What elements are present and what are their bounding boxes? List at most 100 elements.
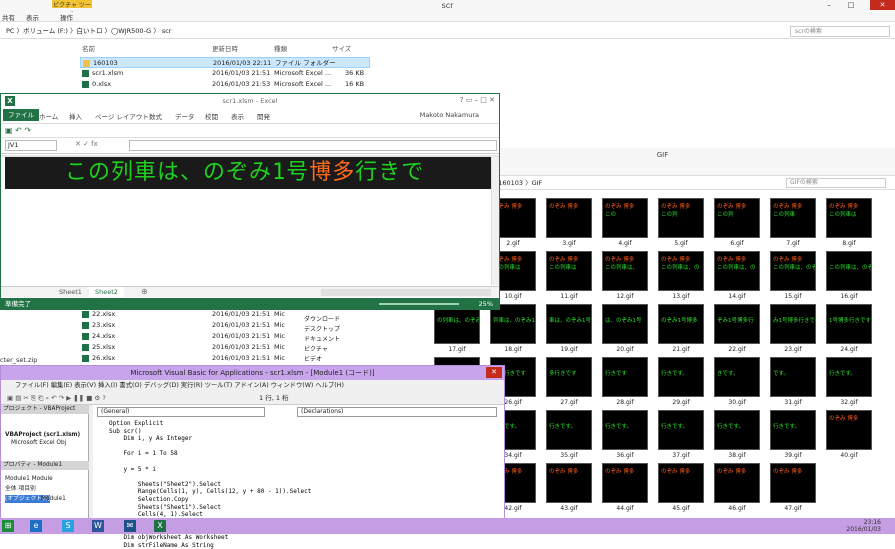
tab-formulas[interactable]: 数式 (149, 111, 162, 121)
tab-view[interactable]: 表示 (231, 111, 244, 121)
gif-thumbnail[interactable]: 行きです (602, 357, 648, 397)
fx-icon[interactable]: ✕ ✓ fx (75, 140, 98, 148)
gif-thumbnail[interactable]: のぞみ 博多 この列車 (770, 198, 816, 238)
clock[interactable]: 23:16 2016/01/03 (846, 519, 881, 533)
gif-thumbnail[interactable]: のぞみ 博多 (770, 463, 816, 503)
gif-thumbnail-label[interactable]: 44.gif (602, 505, 648, 512)
gif-thumbnail[interactable]: み1号博多行きで (770, 304, 816, 344)
ie-icon[interactable]: e (30, 520, 42, 532)
gif-thumbnail[interactable]: は、のぞみ1号 (602, 304, 648, 344)
gif-thumbnail-label[interactable]: 36.gif (602, 452, 648, 459)
gif-thumbnail[interactable]: の列車は、のぞみ (434, 304, 480, 344)
gif-thumbnail[interactable]: 行きです。 (658, 357, 704, 397)
gif-thumbnail[interactable]: のぞみ 博多 この列車は、の (658, 251, 704, 291)
project-sub-item[interactable]: Microsoft Excel Obj (11, 439, 66, 447)
gif-thumbnail[interactable]: のぞみ 博多 この列 (658, 198, 704, 238)
user-name[interactable]: Makoto Nakamura (420, 111, 479, 119)
skype-icon[interactable]: S (62, 520, 74, 532)
col-type[interactable]: 種類 (274, 43, 287, 53)
gif-search-input[interactable]: GIFの検索 (786, 178, 886, 188)
sheet-grid[interactable] (5, 189, 493, 284)
gif-thumbnail[interactable]: のぞみ 博多この列車は (546, 251, 592, 291)
code-window[interactable]: (General) (Declarations) Option Explicit… (93, 405, 504, 549)
gif-thumbnail-label[interactable]: 11.gif (546, 293, 592, 300)
zip-file-label[interactable]: cter_set.zip (0, 356, 37, 364)
add-sheet-icon[interactable]: ⊕ (141, 287, 148, 296)
gif-thumbnail-label[interactable]: 28.gif (602, 399, 648, 406)
gif-thumbnail[interactable]: 行きです。 (770, 410, 816, 450)
gif-thumbnail[interactable]: のぞみ 博多 この列車は、 (602, 251, 648, 291)
horizontal-scrollbar[interactable] (321, 289, 491, 296)
gif-thumbnail[interactable]: 多行きです (546, 357, 592, 397)
tab-developer[interactable]: 開発 (257, 111, 270, 121)
gif-thumbnail-label[interactable]: 38.gif (714, 452, 760, 459)
search-input[interactable]: scrの検索 (790, 26, 890, 37)
zoom-slider[interactable] (379, 303, 459, 305)
tab-file[interactable]: ファイル (3, 109, 39, 121)
gif-thumbnail-label[interactable]: 7.gif (770, 240, 816, 247)
maximize-button[interactable]: □ (842, 0, 860, 10)
tab-share[interactable]: 共有 (2, 12, 15, 22)
vba-close-button[interactable]: ✕ (486, 367, 502, 378)
properties-module[interactable]: Module1 Module (5, 475, 53, 483)
tab-insert[interactable]: 挿入 (69, 111, 82, 121)
gif-thumbnail[interactable]: ぞみ1号博多行 (714, 304, 760, 344)
zoom-level[interactable]: 25% (479, 298, 493, 310)
picture-tools-tab[interactable]: ピクチャ ツール (52, 0, 92, 18)
col-date[interactable]: 更新日時 (212, 43, 238, 53)
excel-taskbar-icon[interactable]: X (154, 520, 166, 532)
nav-item-documents[interactable]: ドキュメント (304, 334, 340, 343)
start-icon[interactable]: ⊞ (2, 520, 14, 532)
col-size[interactable]: サイズ (332, 43, 351, 53)
gif-thumbnail-label[interactable]: 5.gif (658, 240, 704, 247)
gif-thumbnail-label[interactable]: 15.gif (770, 293, 816, 300)
properties-tabs[interactable]: 全体 項目別 (5, 485, 36, 493)
gif-thumbnail-label[interactable]: 40.gif (826, 452, 872, 459)
gif-thumbnail-label[interactable]: 46.gif (714, 505, 760, 512)
undo-icon[interactable]: ↶ (15, 126, 22, 135)
gif-thumbnail[interactable]: 行きです。 (546, 410, 592, 450)
gif-thumbnail[interactable]: です。 (770, 357, 816, 397)
gif-thumbnail[interactable]: 列車は、のぞみ1 (490, 304, 536, 344)
nav-item-videos[interactable]: ビデオ (304, 354, 322, 363)
gif-thumbnail[interactable]: のぞみ 博多この列車は (826, 198, 872, 238)
formula-input[interactable] (129, 140, 497, 151)
gif-thumbnail[interactable]: 行きです。 (658, 410, 704, 450)
gif-thumbnail[interactable]: 行きです。 (826, 357, 872, 397)
file-row[interactable]: 160103 2016/01/03 22:11 ファイル フォルダー (80, 57, 370, 68)
col-name[interactable]: 名前 (82, 43, 95, 53)
gif-thumbnail[interactable]: のぞみ 博多 この列 (714, 198, 760, 238)
gif-thumbnail[interactable]: 行きです。 (602, 410, 648, 450)
gif-thumbnail-label[interactable]: 18.gif (490, 346, 536, 353)
file-row[interactable]: scr1.xlsm 2016/01/03 21:51 Microsoft Exc… (80, 68, 370, 79)
name-box[interactable]: JV1 (5, 140, 57, 151)
gif-thumbnail-label[interactable]: 23.gif (770, 346, 816, 353)
gif-thumbnail-label[interactable]: 4.gif (602, 240, 648, 247)
gif-thumbnail-label[interactable]: 14.gif (714, 293, 760, 300)
gif-thumbnail[interactable]: のぞみ 博多 (546, 463, 592, 503)
project-item[interactable]: VBAProject (scr1.xlsm) (5, 431, 80, 439)
object-combo[interactable]: (General) (97, 407, 265, 417)
gif-thumbnail[interactable]: のぞみ 博多 この列車は、の (714, 251, 760, 291)
save-icon[interactable]: ▣ (5, 126, 13, 135)
gif-thumbnail[interactable]: のぞみ1号博多 (658, 304, 704, 344)
gif-thumbnail-label[interactable]: 35.gif (546, 452, 592, 459)
toolbar-icons[interactable]: ▣ ▤ ✂ ⎘ ⎗ ⌕ ↶ ↷ ▶ ❚❚ ■ ⚙ ? (7, 391, 106, 405)
gif-thumbnail-label[interactable]: 43.gif (546, 505, 592, 512)
gif-thumbnail[interactable]: きです。 (714, 357, 760, 397)
gif-thumbnail[interactable]: のぞみ 博多 (602, 463, 648, 503)
gif-thumbnail[interactable]: 行きです。 (714, 410, 760, 450)
gif-thumbnail-label[interactable]: 17.gif (434, 346, 480, 353)
gif-thumbnail-label[interactable]: 45.gif (658, 505, 704, 512)
vba-menu-bar[interactable]: ファイル(F) 編集(E) 表示(V) 挿入(I) 書式(O) デバッグ(D) … (1, 380, 504, 391)
gif-thumbnail-label[interactable]: 3.gif (546, 240, 592, 247)
word-icon[interactable]: W (92, 520, 104, 532)
gif-thumbnail-label[interactable]: 27.gif (546, 399, 592, 406)
gif-thumbnail-label[interactable]: 39.gif (770, 452, 816, 459)
tab-view[interactable]: 表示 (26, 12, 39, 22)
procedure-combo[interactable]: (Declarations) (297, 407, 497, 417)
close-button[interactable]: ✕ (870, 0, 895, 10)
breadcrumb[interactable]: PC 〉ボリューム (F:) 〉白いトロ 〉◯WJR500-G 〉 scr (0, 26, 780, 37)
gif-thumbnail[interactable]: のぞみ 博多 この列車は、のぞ (770, 251, 816, 291)
gif-thumbnail-label[interactable]: 21.gif (658, 346, 704, 353)
